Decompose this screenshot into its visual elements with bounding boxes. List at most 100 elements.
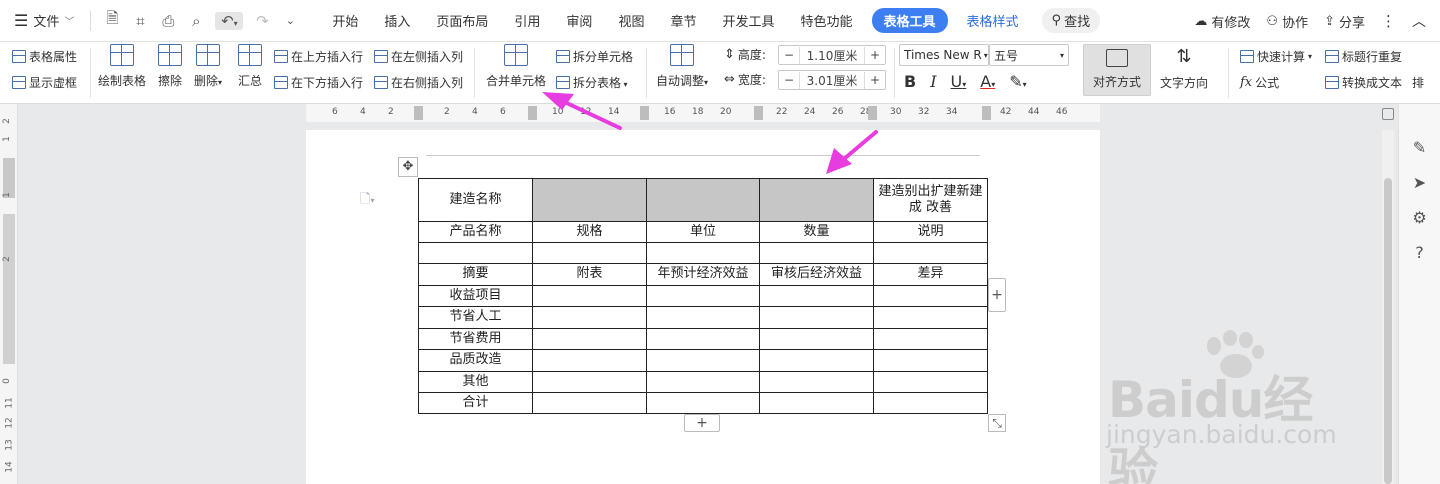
width-minus-button[interactable]: − [779, 73, 799, 87]
tab-view[interactable]: 视图 [605, 11, 657, 30]
erase-button[interactable]: 擦除 [158, 44, 182, 89]
table-cell[interactable] [759, 349, 874, 372]
table-cell[interactable] [646, 242, 760, 264]
table-cell[interactable] [759, 178, 874, 222]
table-cell[interactable] [759, 371, 874, 393]
tab-table-tools[interactable]: 表格工具 [871, 8, 948, 33]
underline-icon[interactable]: U▾ [951, 72, 967, 91]
table-cell[interactable]: 差异 [873, 263, 988, 286]
share-button[interactable]: ⇪ 分享 [1324, 12, 1365, 31]
table-cell[interactable] [873, 306, 988, 329]
merge-cells-button[interactable]: 合并单元格 [486, 44, 546, 89]
tab-references[interactable]: 引用 [501, 11, 553, 30]
ruler-column-marker[interactable] [640, 106, 649, 120]
font-size-select[interactable]: 五号 ▾ [989, 44, 1069, 66]
align-button[interactable]: 对齐方式 [1083, 44, 1151, 96]
table-cell[interactable] [532, 371, 647, 393]
highlight-icon[interactable]: ✎▾ [1009, 72, 1026, 91]
tab-review[interactable]: 审阅 [553, 11, 605, 30]
table-cell[interactable]: 节省人工 [418, 306, 533, 329]
tab-insert[interactable]: 插入 [371, 11, 423, 30]
row-height-input[interactable]: 1.10厘米 [799, 46, 865, 64]
table-cell[interactable] [759, 328, 874, 350]
insert-col-right-button[interactable]: 在右侧插入列 [374, 74, 463, 91]
table-cell[interactable] [532, 306, 647, 329]
height-plus-button[interactable]: + [865, 48, 885, 62]
table-cell[interactable] [873, 392, 988, 414]
auto-adjust-button[interactable]: 自动调整▾ [656, 44, 708, 89]
quick-calc-button[interactable]: 快速计算 ▾ [1240, 48, 1312, 65]
tab-page-layout[interactable]: 页面布局 [423, 11, 501, 30]
row-height-stepper[interactable]: − 1.10厘米 + [778, 45, 886, 65]
table-cell[interactable]: 说明 [873, 221, 988, 243]
table-cell[interactable]: 摘要 [418, 263, 533, 286]
italic-icon[interactable]: I [930, 72, 936, 91]
table-move-handle[interactable]: ✥ [398, 157, 418, 177]
horizontal-ruler[interactable]: 6 4 2 2 4 6 10 12 14 16 18 20 22 24 26 2… [306, 104, 1100, 122]
table-cell[interactable]: 合计 [418, 392, 533, 414]
show-gridlines-button[interactable]: 显示虚框 [12, 74, 77, 91]
table-cell[interactable]: 审核后经济效益 [759, 263, 874, 286]
split-table-button[interactable]: 拆分表格 ▾ [556, 74, 628, 91]
table-cell[interactable] [646, 306, 760, 329]
collapse-ribbon-icon[interactable]: ︿ [1412, 11, 1426, 31]
table[interactable]: 建造名称 建造别出扩建新建成 改善 产品名称 规格 单位 数量 说明 摘要 附表 年预计经济效益审… [418, 178, 988, 414]
table-cell[interactable] [646, 371, 760, 393]
print-icon[interactable]: ⎙ [159, 12, 177, 30]
table-cell[interactable] [646, 285, 760, 307]
split-cells-button[interactable]: 拆分单元格 [556, 48, 633, 65]
col-width-stepper[interactable]: − 3.01厘米 + [778, 70, 886, 90]
undo-icon[interactable]: ↶▾ [215, 11, 244, 30]
table-cell[interactable]: 建造别出扩建新建成 改善 [873, 178, 988, 222]
table-cell[interactable] [873, 328, 988, 350]
ruler-column-marker[interactable] [868, 106, 877, 120]
table-cell[interactable]: 数量 [759, 221, 874, 243]
bold-icon[interactable]: B [904, 72, 916, 91]
table-cell[interactable] [646, 349, 760, 372]
search-button[interactable]: ⚲ 查找 [1041, 8, 1101, 33]
font-name-select[interactable]: Times New R ▾ [899, 44, 989, 66]
insert-col-left-button[interactable]: 在左侧插入列 [374, 48, 463, 65]
table-cell[interactable] [646, 392, 760, 414]
summary-button[interactable]: 汇总 [238, 44, 262, 89]
repeat-header-button[interactable]: 标题行重复 [1325, 48, 1402, 65]
print-preview-icon[interactable]: ⌕ [187, 12, 205, 30]
table-cell[interactable] [873, 349, 988, 372]
table-resize-handle[interactable]: ⤡ [988, 414, 1006, 432]
delete-button[interactable]: 删除▾ [194, 44, 222, 89]
tab-developer[interactable]: 开发工具 [709, 11, 787, 30]
help-icon[interactable]: ? [1415, 243, 1424, 262]
height-minus-button[interactable]: − [779, 48, 799, 62]
file-menu[interactable]: ☰ 文件 ﹀ [0, 11, 84, 30]
table-cell[interactable] [873, 371, 988, 393]
table-cell[interactable] [532, 392, 647, 414]
table-cell[interactable]: 年预计经济效益 [646, 263, 760, 286]
table-cell[interactable] [532, 285, 647, 307]
table-cell[interactable]: 收益项目 [418, 285, 533, 307]
table-cell[interactable] [532, 242, 647, 264]
convert-to-text-button[interactable]: 转换成文本 [1325, 74, 1402, 91]
add-column-button[interactable]: + [988, 278, 1006, 312]
width-plus-button[interactable]: + [865, 73, 885, 87]
table-cell[interactable]: 节省费用 [418, 328, 533, 350]
collaborate-button[interactable]: ⚇ 协作 [1266, 12, 1308, 31]
table-cell[interactable] [759, 285, 874, 307]
table-cell[interactable]: 其他 [418, 371, 533, 393]
save-icon[interactable]: 🗎 [103, 8, 121, 33]
tab-home[interactable]: 开始 [319, 11, 371, 30]
col-width-input[interactable]: 3.01厘米 [799, 71, 865, 89]
table-cell[interactable] [532, 178, 647, 222]
table-cell[interactable]: 建造名称 [418, 178, 533, 222]
ruler-column-marker[interactable] [528, 106, 537, 120]
tab-chapter[interactable]: 章节 [657, 11, 709, 30]
ruler-column-marker[interactable] [754, 106, 763, 120]
settings-sliders-icon[interactable]: ⚙ [1412, 208, 1426, 227]
cursor-icon[interactable]: ➤ [1413, 173, 1426, 192]
vertical-scrollbar[interactable] [1382, 130, 1394, 484]
table-cell[interactable] [759, 306, 874, 329]
table-properties-button[interactable]: 表格属性 [12, 48, 77, 65]
ruler-column-marker[interactable] [414, 106, 423, 120]
tab-features[interactable]: 特色功能 [787, 11, 865, 30]
page-view-icon[interactable] [1382, 108, 1394, 120]
formula-button[interactable]: fx 公式 [1240, 74, 1279, 91]
